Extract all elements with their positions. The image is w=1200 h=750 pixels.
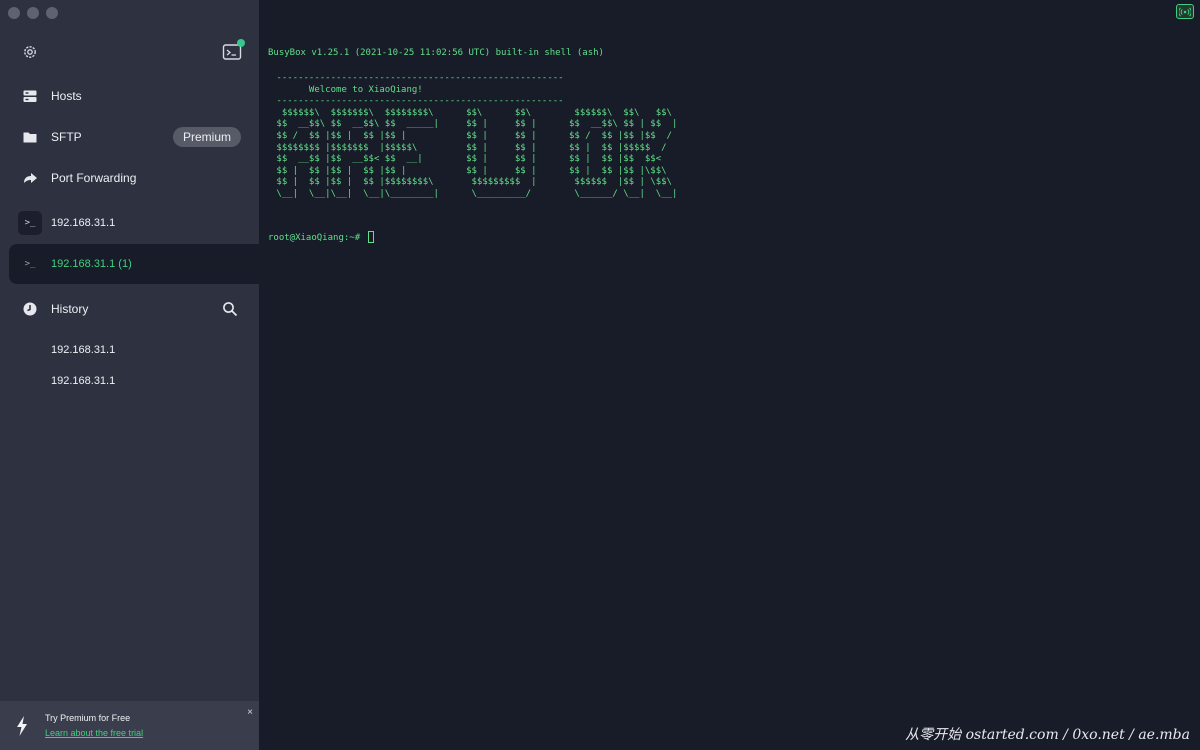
sidebar: Hosts SFTP Premium Port Forwarding >_ 19… [0, 0, 259, 750]
history-header: History [0, 292, 259, 326]
broadcast-button[interactable] [1176, 4, 1194, 19]
minimize-window-button[interactable] [27, 7, 39, 19]
session-tab-active[interactable]: >_ 192.168.31.1 (1) [9, 244, 259, 284]
folder-icon [23, 132, 37, 143]
free-trial-link[interactable]: Learn about the free trial [45, 728, 143, 738]
sidebar-item-port-forwarding[interactable]: Port Forwarding [0, 161, 259, 195]
premium-badge[interactable]: Premium [172, 127, 241, 147]
premium-promo: Try Premium for Free Learn about the fre… [0, 701, 259, 750]
window-controls [8, 7, 58, 19]
search-icon[interactable] [222, 301, 238, 317]
terminal-icon: >_ [18, 211, 42, 235]
clock-icon [23, 302, 37, 316]
history-item[interactable]: 192.168.31.1 [51, 375, 115, 387]
lightning-icon [17, 716, 27, 736]
close-window-button[interactable] [8, 7, 20, 19]
new-terminal-button[interactable] [222, 39, 245, 62]
busybox-banner: BusyBox v1.25.1 (2021-10-25 11:02:56 UTC… [268, 48, 604, 58]
broadcast-icon [1179, 6, 1191, 17]
terminal-icon: >_ [24, 259, 36, 269]
terminal-pane[interactable]: BusyBox v1.25.1 (2021-10-25 11:02:56 UTC… [259, 0, 1200, 750]
close-icon[interactable]: × [247, 707, 253, 718]
hosts-icon [23, 90, 37, 102]
zoom-window-button[interactable] [46, 7, 58, 19]
sidebar-item-label: SFTP [51, 130, 82, 144]
sidebar-item-sftp[interactable]: SFTP Premium [0, 120, 259, 154]
sidebar-item-label: Port Forwarding [51, 171, 137, 185]
history-item[interactable]: 192.168.31.1 [51, 344, 115, 356]
session-label: 192.168.31.1 [51, 217, 116, 229]
shell-prompt: root@XiaoQiang:~# [268, 233, 366, 243]
session-tab[interactable]: >_ 192.168.31.1 [0, 203, 259, 243]
sidebar-top-icons [0, 39, 259, 66]
shell-prompt-line[interactable]: root@XiaoQiang:~# [268, 231, 374, 243]
sidebar-item-label: Hosts [51, 89, 82, 103]
text-cursor [367, 231, 374, 243]
history-label: History [51, 302, 89, 316]
watermark: 从零开始 ostarted.com / 0xo.net / ae.mba [905, 727, 1190, 743]
gear-icon[interactable] [22, 44, 38, 60]
sidebar-item-hosts[interactable]: Hosts [0, 79, 259, 113]
promo-title: Try Premium for Free [45, 713, 131, 723]
forward-arrow-icon [24, 173, 37, 183]
welcome-ascii-art: ----------------------------------------… [276, 73, 678, 199]
session-label: 192.168.31.1 (1) [51, 258, 132, 270]
status-dot [237, 39, 245, 47]
